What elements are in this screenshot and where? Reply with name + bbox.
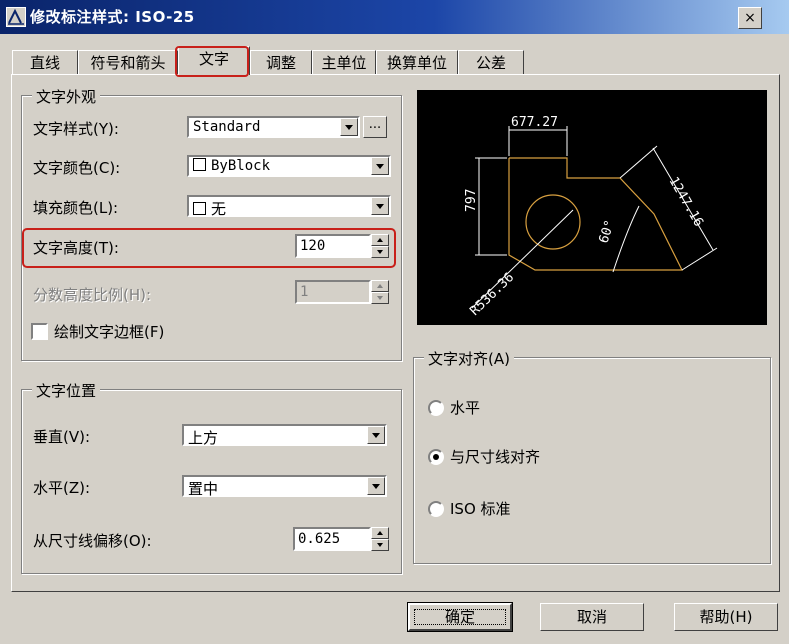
spin-down-icon[interactable]	[371, 246, 389, 258]
dim-text-left: 797	[464, 189, 479, 212]
offset-label: 从尺寸线偏移(O):	[33, 532, 152, 550]
text-height-label: 文字高度(T):	[33, 239, 119, 257]
draw-frame-label: 绘制文字边框(F)	[54, 323, 165, 341]
text-color-dropdown[interactable]: ByBlock	[187, 155, 391, 177]
help-button[interactable]: 帮助(H)	[674, 603, 778, 631]
spin-up-icon[interactable]	[371, 527, 389, 539]
spin-up-icon[interactable]	[371, 234, 389, 246]
spin-down-icon[interactable]	[371, 539, 389, 551]
text-style-browse-button[interactable]: ...	[363, 116, 387, 138]
horizontal-value: 置中	[188, 480, 219, 498]
tab-fit[interactable]: 调整	[250, 50, 312, 75]
group-title: 文字位置	[32, 380, 101, 401]
align-iso-radio[interactable]	[428, 501, 444, 517]
ok-button[interactable]: 确定	[407, 602, 513, 632]
chevron-down-icon[interactable]	[340, 118, 358, 136]
focus-rect	[414, 609, 506, 625]
text-height-input[interactable]: 120	[295, 234, 371, 258]
dimension-preview: 677.27 797 1247.16 60° R536.36	[417, 90, 767, 325]
align-horizontal-label: 水平	[450, 399, 481, 417]
offset-input[interactable]: 0.625	[293, 527, 371, 551]
group-title: 文字对齐(A)	[424, 348, 514, 369]
align-horizontal-radio[interactable]	[428, 400, 444, 416]
text-height-spinner[interactable]: 120	[295, 234, 391, 258]
tab-alternate-units[interactable]: 换算单位	[376, 50, 458, 75]
text-style-dropdown[interactable]: Standard	[187, 116, 360, 138]
align-dimline-label: 与尺寸线对齐	[450, 448, 541, 466]
align-iso-label: ISO 标准	[450, 500, 511, 518]
dim-text-angle: 60°	[597, 218, 619, 245]
dim-arc-angle	[612, 205, 640, 273]
fraction-height-input[interactable]: 1	[295, 280, 371, 304]
part-outline	[508, 157, 683, 271]
vertical-value: 上方	[188, 429, 219, 447]
close-button[interactable]: ×	[738, 7, 762, 29]
spin-up-icon[interactable]	[371, 280, 389, 292]
fill-color-value: 无	[211, 200, 227, 218]
chevron-down-icon[interactable]	[371, 197, 389, 215]
spin-down-icon[interactable]	[371, 292, 389, 304]
vertical-dropdown[interactable]: 上方	[182, 424, 387, 447]
text-color-value: ByBlock	[211, 158, 271, 174]
draw-frame-checkbox[interactable]	[31, 323, 48, 340]
fill-color-label: 填充颜色(L):	[33, 199, 119, 217]
text-color-label: 文字颜色(C):	[33, 159, 121, 177]
chevron-down-icon[interactable]	[367, 426, 385, 444]
horizontal-label: 水平(Z):	[33, 479, 91, 497]
fraction-height-spinner[interactable]: 1	[295, 280, 391, 304]
cancel-button[interactable]: 取消	[540, 603, 644, 631]
tab-primary-units[interactable]: 主单位	[312, 50, 376, 75]
close-icon: ×	[744, 10, 756, 26]
fraction-height-label: 分数高度比例(H):	[33, 286, 152, 304]
chevron-down-icon[interactable]	[371, 157, 389, 175]
group-title: 文字外观	[32, 86, 101, 107]
dim-text-top: 677.27	[511, 115, 558, 130]
dim-text-slant: 1247.16	[666, 175, 706, 230]
tab-strip: 直线 符号和箭头 文字 调整 主单位 换算单位 公差	[12, 46, 772, 76]
align-dimline-radio[interactable]	[428, 449, 444, 465]
part-circle	[525, 194, 581, 250]
dim-text-radius: R536.36	[467, 270, 517, 319]
chevron-down-icon[interactable]	[367, 477, 385, 495]
horizontal-dropdown[interactable]: 置中	[182, 475, 387, 498]
tab-symbols-arrows[interactable]: 符号和箭头	[78, 50, 178, 75]
text-style-value: Standard	[193, 119, 261, 135]
fill-color-dropdown[interactable]: 无	[187, 195, 391, 218]
vertical-label: 垂直(V):	[33, 428, 91, 446]
dimstyle-app-icon	[6, 7, 26, 27]
title-bar: 修改标注样式: ISO-25 ×	[0, 0, 789, 34]
text-style-label: 文字样式(Y):	[33, 120, 119, 138]
window-title: 修改标注样式: ISO-25	[30, 8, 195, 26]
tab-lines[interactable]: 直线	[12, 50, 78, 75]
fill-swatch	[193, 202, 206, 215]
tab-text[interactable]: 文字	[178, 46, 250, 75]
offset-spinner[interactable]: 0.625	[293, 527, 391, 551]
color-swatch	[193, 158, 206, 171]
preview-drawing: 677.27 797 1247.16 60° R536.36	[464, 115, 718, 319]
tab-tolerances[interactable]: 公差	[458, 50, 524, 75]
